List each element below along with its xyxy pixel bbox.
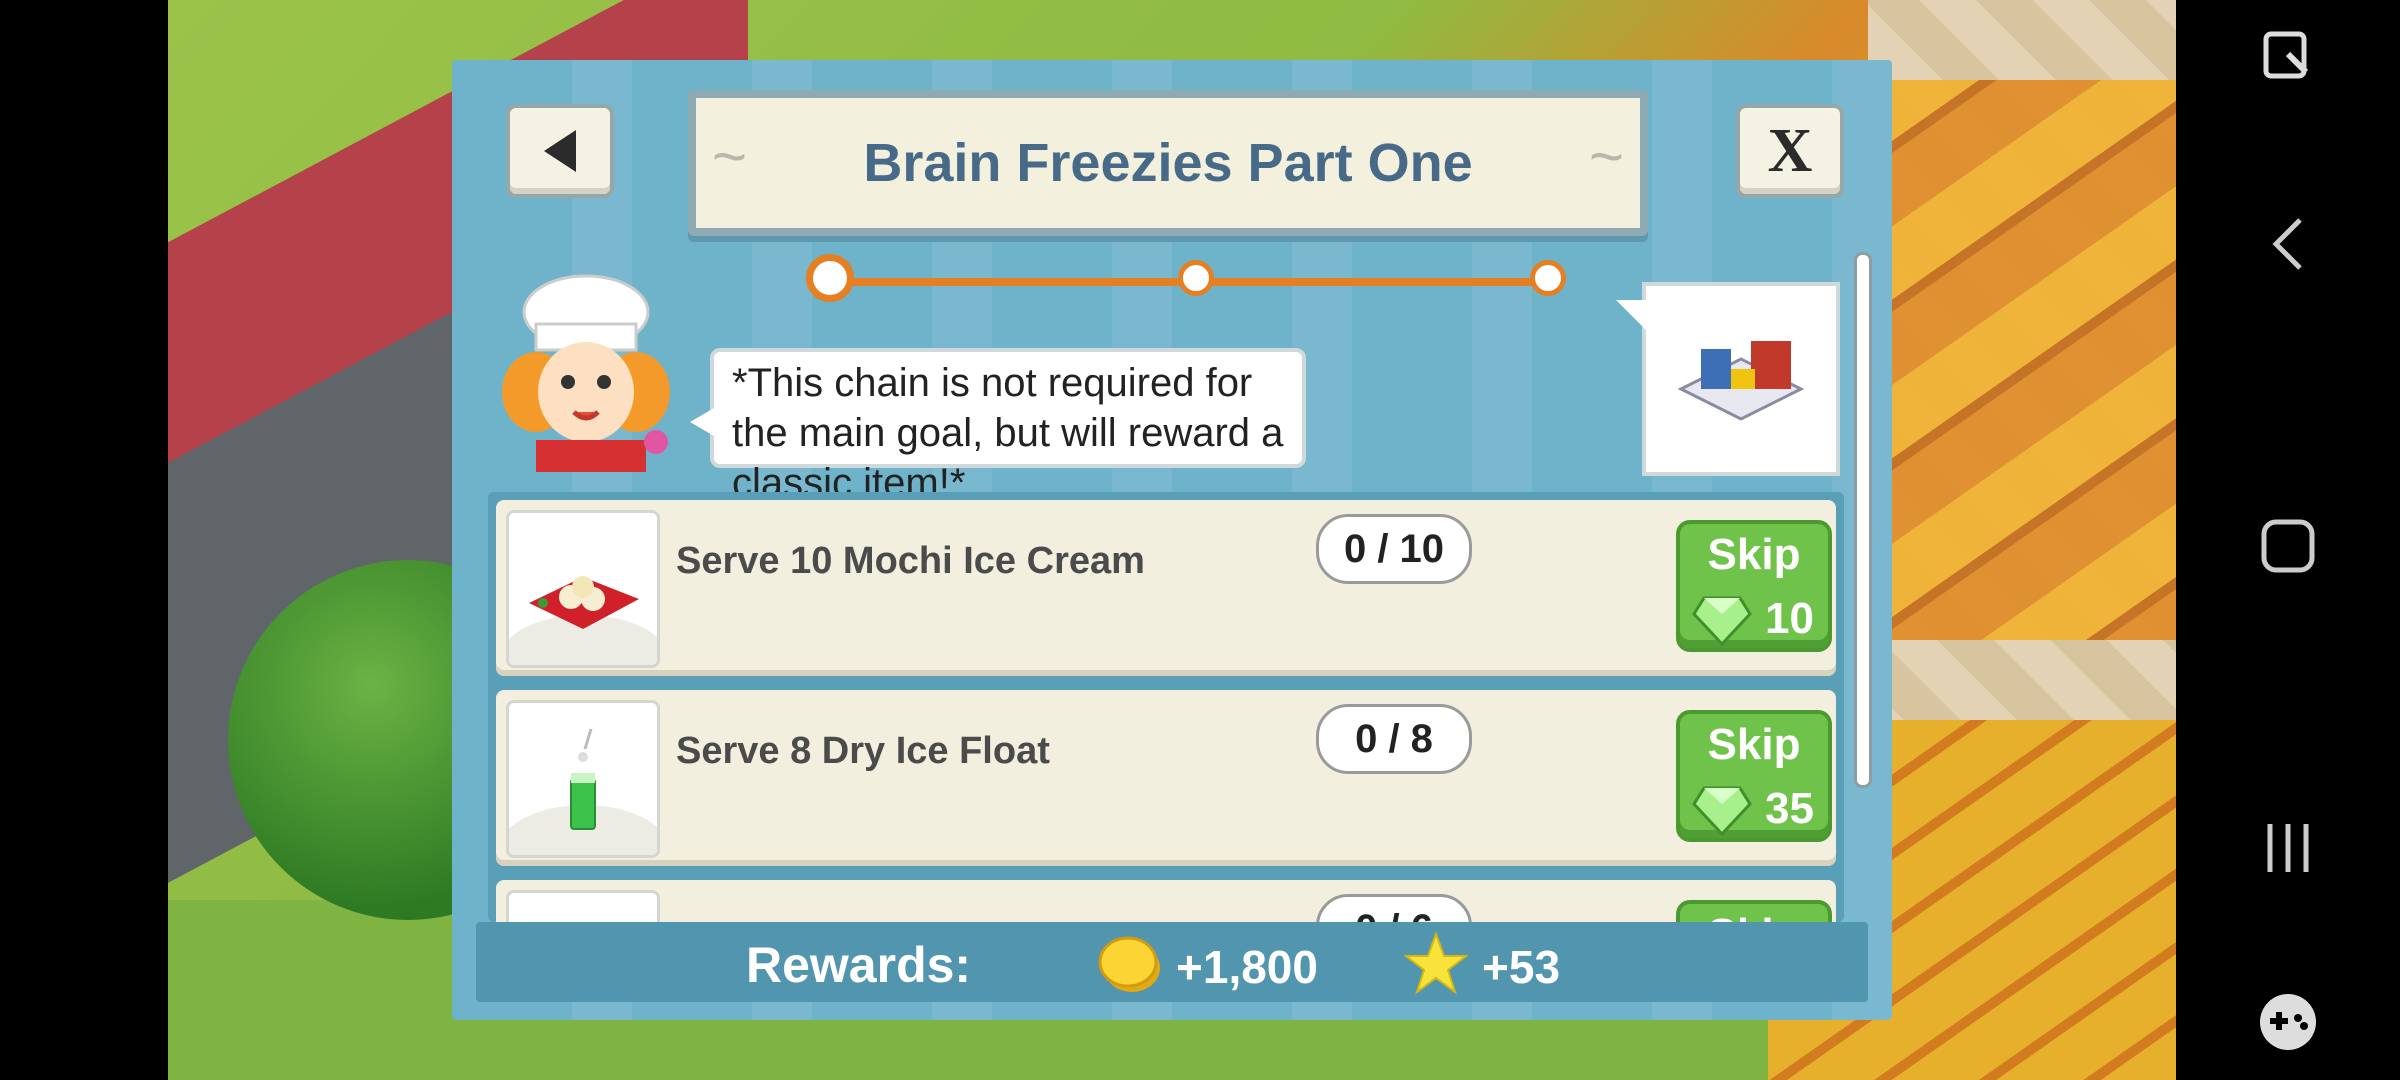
task-progress-count: 0 / 8 — [1316, 704, 1472, 774]
screen-rotate-button[interactable] — [2248, 14, 2328, 94]
back-button[interactable] — [506, 104, 614, 198]
progress-node-1 — [806, 254, 854, 302]
quest-progress-track — [806, 254, 1566, 302]
game-tools-button[interactable] — [2248, 982, 2328, 1062]
close-button[interactable]: X — [1736, 104, 1844, 198]
mochi-plate-icon — [529, 576, 639, 629]
green-float-icon — [570, 728, 596, 830]
skip-cost: 10 — [1765, 594, 1814, 643]
gem-icon — [1692, 786, 1752, 836]
star-icon — [1404, 932, 1468, 995]
gamepad-icon — [2260, 994, 2316, 1050]
chef-speech-bubble: *This chain is not required for the main… — [690, 348, 1306, 505]
dialog-title: Brain Freezies Part One — [863, 133, 1473, 193]
back-arrow-icon — [544, 130, 576, 172]
back-icon — [2272, 218, 2302, 270]
rewards-bar: Rewards: +1,800 +53 — [476, 922, 1868, 1002]
task-row: Serve 10 Mochi Ice Cream 0 / 10 Skip 10 — [496, 500, 1836, 676]
gem-icon — [1692, 596, 1752, 646]
title-banner: ~ Brain Freezies Part One ~ — [688, 90, 1648, 236]
task-description: Serve 10 Mochi Ice Cream — [676, 540, 1145, 582]
task-thumbnail — [506, 510, 660, 668]
task-progress-count: 0 / 6 — [1316, 894, 1472, 922]
system-nav-bar — [2176, 0, 2400, 1080]
coin-icon — [1098, 936, 1160, 992]
close-icon: X — [1767, 116, 1813, 185]
restaurant-tables — [1888, 80, 2176, 640]
task-list[interactable]: Serve 10 Mochi Ice Cream 0 / 10 Skip 10 — [488, 492, 1844, 922]
skip-label: Skip — [1680, 910, 1828, 922]
skip-cost: 35 — [1765, 784, 1814, 833]
skip-task-button[interactable]: Skip 35 — [1676, 710, 1832, 842]
progress-node-3 — [1530, 260, 1566, 296]
task-thumbnail — [506, 700, 660, 858]
skip-label: Skip — [1707, 720, 1801, 769]
task-progress-count: 0 / 10 — [1316, 514, 1472, 584]
progress-node-2 — [1178, 260, 1214, 296]
back-nav-button[interactable] — [2248, 204, 2328, 284]
reward-item-preview — [1616, 282, 1840, 476]
rewards-label: Rewards: — [746, 937, 972, 993]
swirl-right-icon: ~ — [1588, 123, 1624, 190]
task-description: Serve 8 Dry Ice Float — [676, 730, 1050, 772]
coin-reward: +1,800 — [1176, 941, 1318, 993]
recents-icon — [2267, 824, 2309, 872]
task-row: Serve 8 Dry Ice Float 0 / 8 Skip 35 — [496, 690, 1836, 866]
classic-item-icon — [1677, 341, 1805, 421]
chef-avatar — [502, 274, 670, 472]
rotate-screen-icon — [2263, 31, 2309, 79]
star-reward: +53 — [1482, 941, 1561, 993]
task-thumbnail — [506, 890, 660, 922]
home-nav-button[interactable] — [2248, 506, 2328, 586]
skip-task-button[interactable]: Skip 10 — [1676, 520, 1832, 652]
task-list-scrollbar[interactable] — [1854, 252, 1872, 788]
skip-label: Skip — [1707, 530, 1801, 579]
quest-dialog: ~ Brain Freezies Part One ~ X *This chai… — [452, 60, 1892, 1020]
swirl-left-icon: ~ — [712, 123, 748, 190]
task-row: 0 / 6 Skip — [496, 880, 1836, 922]
skip-task-button[interactable]: Skip — [1676, 900, 1832, 922]
recents-nav-button[interactable] — [2248, 808, 2328, 888]
home-icon — [2261, 519, 2315, 573]
